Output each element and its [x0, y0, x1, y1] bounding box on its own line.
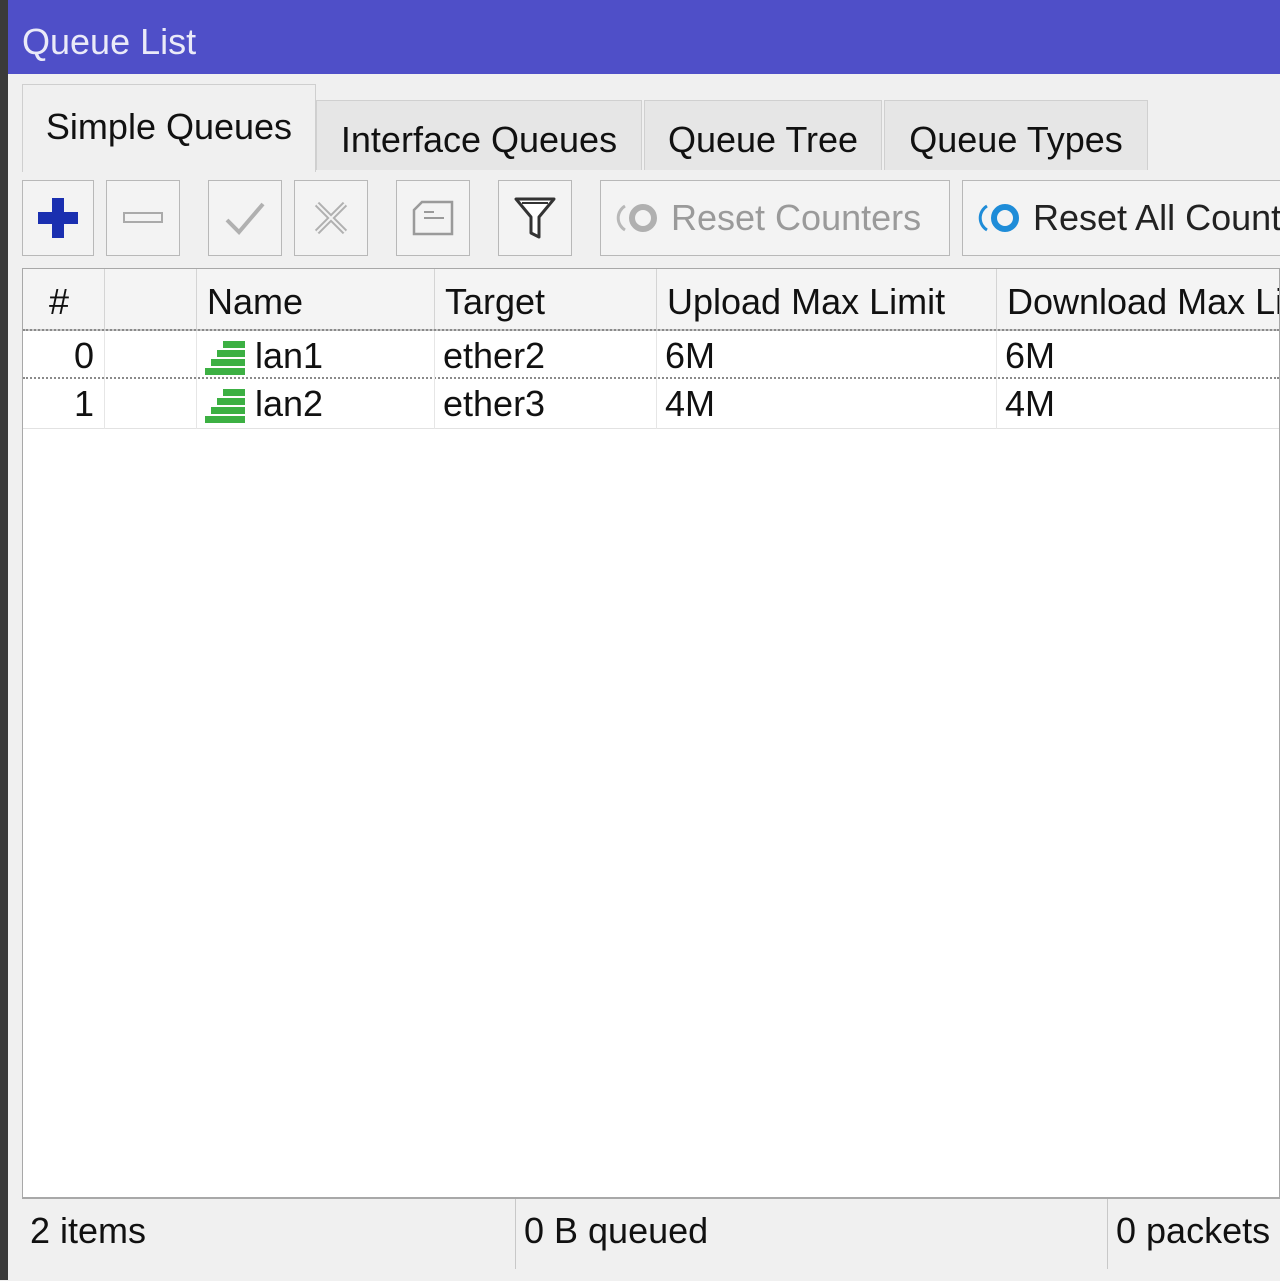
row-download: 6M: [1005, 335, 1056, 376]
tab-interface-queues[interactable]: Interface Queues: [316, 100, 642, 170]
row-name-cell: lan1: [197, 331, 435, 381]
tab-simple-queues[interactable]: Simple Queues: [22, 84, 316, 172]
filter-button[interactable]: [498, 180, 572, 256]
tab-queue-tree[interactable]: Queue Tree: [644, 100, 882, 170]
status-packets: 0 packets: [1116, 1210, 1271, 1251]
filter-icon: [514, 197, 556, 239]
comment-icon: [412, 200, 454, 236]
row-flags: [105, 379, 197, 429]
row-upload: 6M: [657, 331, 997, 381]
column-name[interactable]: Name: [197, 269, 435, 329]
window-title: Queue List: [8, 0, 1280, 74]
x-icon: [314, 201, 348, 235]
reset-counters-label: Reset Counters: [671, 197, 922, 238]
checkmark-icon: [225, 202, 265, 235]
status-bar: 2 items 0 B queued 0 packets: [22, 1198, 1280, 1281]
row-upload: 4M: [657, 379, 997, 429]
plus-icon: [38, 198, 78, 238]
queue-list-window: Simple Queues Interface Queues Queue Tre…: [8, 74, 1280, 1281]
row-name: lan1: [255, 335, 324, 376]
reset-all-icon: [978, 204, 1019, 232]
table-row[interactable]: 0 lan1 ether2 6M 6M: [23, 329, 1279, 381]
disable-button[interactable]: [294, 180, 368, 256]
column-download-max-limit[interactable]: Download Max Li: [997, 269, 1279, 329]
reset-icon: [616, 204, 657, 232]
column-upload-max-limit[interactable]: Upload Max Limit: [657, 269, 997, 329]
status-queued-bytes: 0 B queued: [516, 1199, 1108, 1269]
row-name: lan2: [255, 383, 324, 424]
tab-queue-types[interactable]: Queue Types: [884, 100, 1148, 170]
queue-icon: [205, 389, 245, 424]
row-flags: [105, 331, 197, 381]
add-button[interactable]: [22, 180, 94, 256]
status-item-count: 2 items: [22, 1199, 516, 1269]
reset-all-counters-button[interactable]: Reset All Count: [962, 180, 1280, 256]
reset-counters-button[interactable]: Reset Counters: [600, 180, 950, 256]
column-number[interactable]: #: [23, 269, 105, 329]
minus-icon: [123, 212, 163, 223]
row-download: 4M: [1005, 383, 1056, 424]
row-target: ether2: [435, 331, 657, 381]
row-name-cell: lan2: [197, 379, 435, 429]
queue-icon: [205, 341, 245, 376]
remove-button[interactable]: [106, 180, 180, 256]
row-number: 1: [23, 379, 105, 429]
column-flags[interactable]: [105, 269, 197, 329]
enable-button[interactable]: [208, 180, 282, 256]
column-target[interactable]: Target: [435, 269, 657, 329]
queue-table: # Name Target Upload Max Limit Download …: [22, 268, 1280, 1198]
row-number: 0: [23, 331, 105, 381]
window-left-border: [0, 0, 8, 1280]
row-target: ether3: [435, 379, 657, 429]
comment-button[interactable]: [396, 180, 470, 256]
reset-all-counters-label: Reset All Count: [1033, 197, 1280, 238]
table-row[interactable]: 1 lan2 ether3 4M 4M: [23, 379, 1279, 429]
table-header: # Name Target Upload Max Limit Download …: [23, 269, 1279, 331]
